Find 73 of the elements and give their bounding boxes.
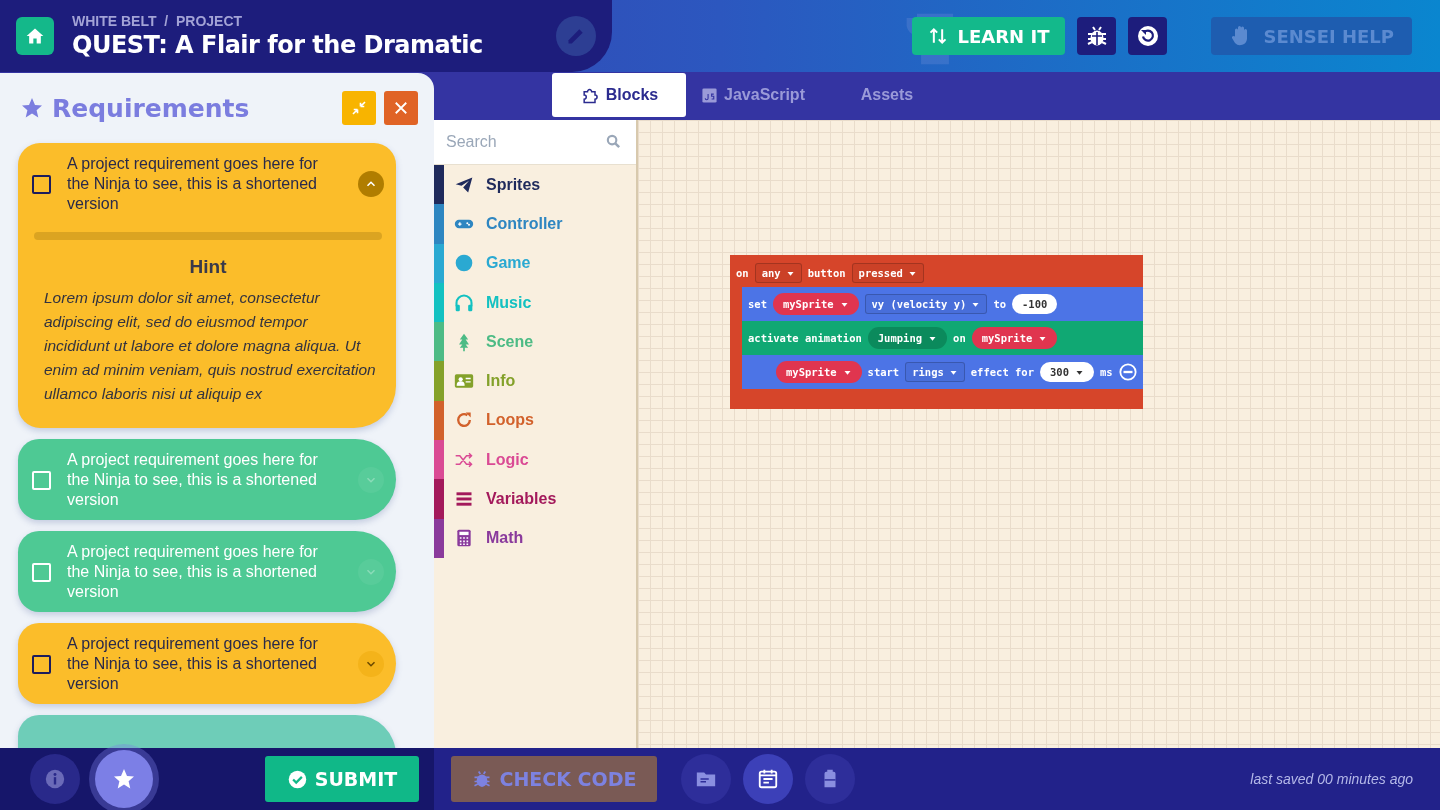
panel-title: Requirements — [52, 93, 251, 123]
hint-title: Hint — [188, 256, 228, 278]
submit-button[interactable]: SUBMIT — [265, 756, 419, 802]
statement-block[interactable]: mySprite start rings effect for 300 ms — [742, 355, 1143, 389]
variable-dropdown[interactable]: mySprite — [971, 327, 1058, 349]
calendar-button[interactable] — [743, 754, 793, 804]
block-dropdown[interactable]: any — [754, 263, 802, 283]
animation-dropdown[interactable]: Jumping — [867, 327, 948, 349]
calendar-icon — [757, 768, 779, 790]
block-dropdown[interactable]: pressed — [851, 263, 924, 283]
requirement-text: A project requirement goes here for the Ninja to see, this is a shortened version — [67, 634, 319, 694]
block-label: effect for — [970, 366, 1034, 378]
editor-tab[interactable]: Blocks — [552, 73, 686, 117]
search-icon — [605, 133, 622, 150]
requirements-button[interactable] — [95, 750, 153, 808]
breadcrumb: WHITE BELT / PROJECT — [72, 13, 244, 29]
save-status: last saved 00 minutes ago — [1250, 771, 1413, 787]
close-button[interactable] — [384, 91, 418, 125]
statement-block[interactable]: set mySprite vy (velocity y) to -100 — [742, 287, 1143, 321]
block-dropdown[interactable]: vy (velocity y) — [864, 294, 988, 314]
block-label: start — [867, 366, 900, 378]
restart-icon — [1135, 24, 1160, 48]
close-icon — [392, 99, 410, 117]
calculator-icon — [454, 528, 474, 549]
block-label: on — [736, 267, 749, 279]
event-block[interactable]: on any button pressed set mySprite vy (velocity y) to -100 activate animation Jumping on mySprite mySprite start rings effect for 300 ms — [730, 255, 1143, 409]
search-field[interactable]: Search — [434, 120, 636, 164]
check-circle-icon — [286, 768, 308, 790]
block-label: ms — [1100, 366, 1113, 378]
star-icon — [112, 767, 136, 791]
block-label: button — [807, 267, 846, 279]
star-icon — [20, 96, 44, 120]
block-label: activate animation — [748, 332, 862, 344]
editor-tab[interactable]: Assets — [820, 73, 954, 117]
expand-toggle[interactable] — [358, 559, 384, 585]
block-dropdown[interactable]: rings — [905, 362, 965, 382]
swap-arrows-icon — [927, 26, 948, 46]
variable-dropdown[interactable]: mySprite — [776, 361, 862, 383]
requirement-text: A project requirement goes here for the Ninja to see, this is a shortened version — [67, 450, 319, 510]
block-label: on — [953, 332, 966, 344]
requirement-text: A project requirement goes here for the Ninja to see, this is a shortened version — [67, 542, 319, 602]
circle-icon — [454, 253, 474, 274]
folder-button[interactable] — [681, 754, 731, 804]
editor-tab[interactable]: JavaScript — [686, 73, 820, 117]
project-title: QUEST: A Flair for the Dramatic — [72, 31, 484, 59]
info-icon — [44, 768, 66, 790]
restart-button[interactable] — [1128, 17, 1168, 55]
variable-dropdown[interactable]: mySprite — [772, 293, 859, 315]
bars-icon — [454, 489, 474, 509]
learn-it-button[interactable]: LEARN IT — [911, 17, 1066, 55]
number-input[interactable]: -100 — [1012, 294, 1058, 314]
home-icon — [25, 26, 45, 46]
expand-toggle[interactable] — [358, 651, 384, 677]
home-button[interactable] — [16, 17, 54, 55]
requirement-text: A project requirement goes here for the Ninja to see, this is a shortened version — [67, 154, 319, 214]
remove-icon[interactable] — [1118, 363, 1137, 381]
expand-toggle[interactable] — [358, 467, 384, 493]
hint-text: Lorem ipsum dolor sit amet, consectetur adipiscing elit, sed do eiusmod tempor incididunt ut labore et dolore magna aliqua. Ut enim ad minim veniam, quis nostrud exercitation ullamco laboris nisi ut aliquip ex — [43, 288, 377, 404]
headphones-icon — [454, 292, 474, 313]
js-file-icon — [701, 86, 719, 104]
checkbox[interactable] — [32, 654, 51, 674]
block-label: to — [993, 298, 1007, 310]
info-button[interactable] — [30, 754, 80, 804]
pencil-icon — [566, 26, 586, 46]
expand-toggle[interactable] — [358, 171, 384, 197]
statement-block[interactable]: activate animation Jumping on mySprite — [742, 321, 1143, 355]
bug-icon — [471, 769, 492, 789]
block-label: set — [748, 298, 767, 310]
backpack-button[interactable] — [805, 754, 855, 804]
debug-button[interactable] — [1077, 17, 1117, 55]
number-dropdown[interactable]: 300 — [1040, 362, 1094, 382]
collapse-arrows-icon — [350, 99, 368, 117]
checkbox[interactable] — [32, 174, 51, 194]
